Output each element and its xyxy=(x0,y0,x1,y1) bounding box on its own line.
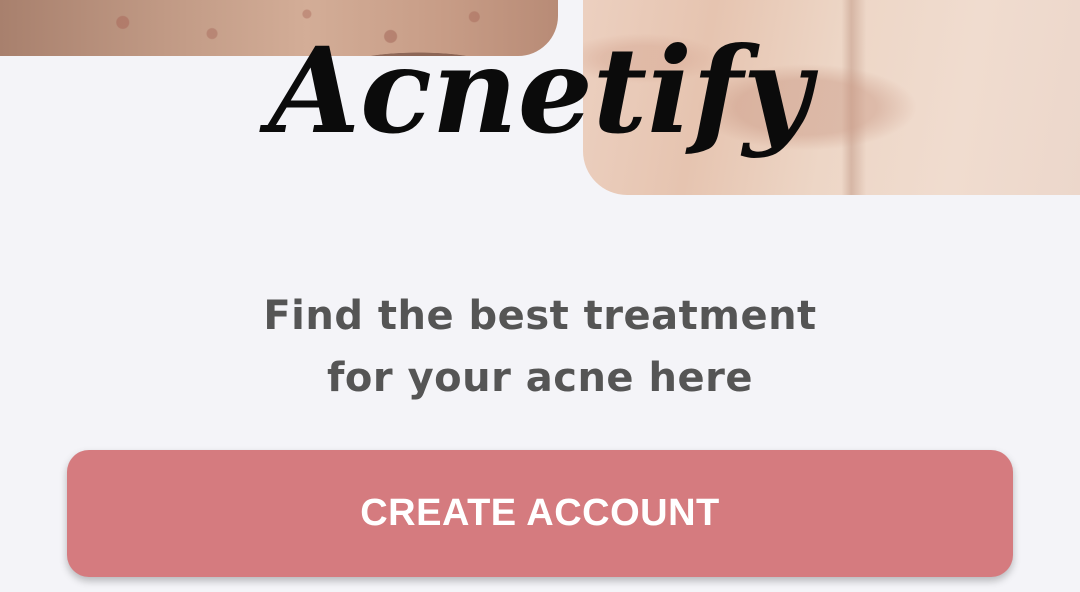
acnetify-logo: Acnetify xyxy=(259,21,819,160)
create-account-button[interactable]: CREATE ACCOUNT xyxy=(67,450,1013,577)
tagline-line-1: Find the best treatment xyxy=(263,293,817,339)
tagline-line-2: for your acne here xyxy=(327,355,753,401)
tagline: Find the best treatment for your acne he… xyxy=(0,285,1080,409)
logo-wordmark: Acnetify xyxy=(259,21,819,160)
